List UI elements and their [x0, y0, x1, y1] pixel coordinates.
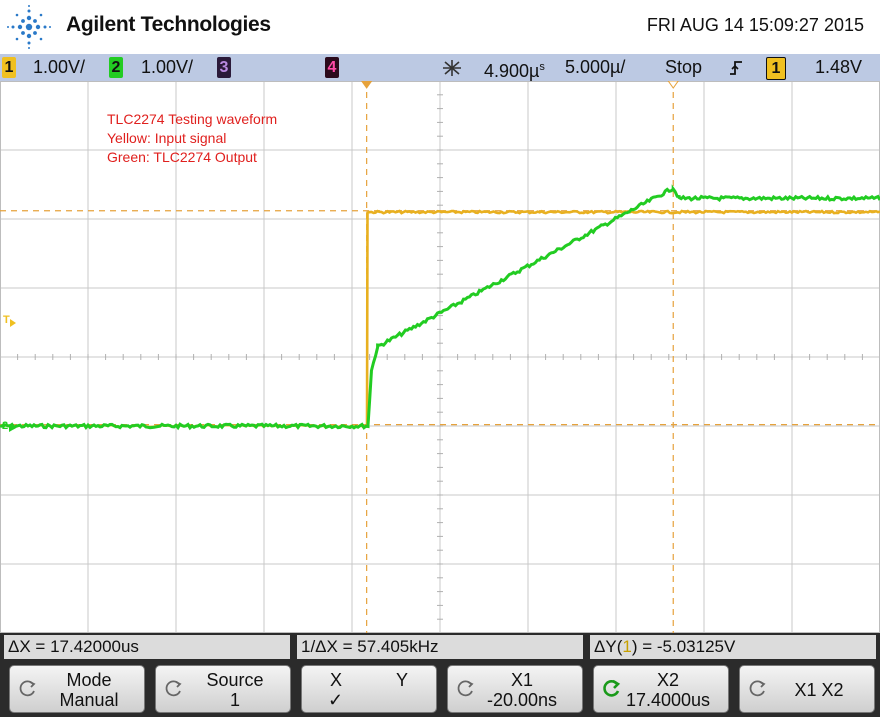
x1-x2-label: X1 X2 [794, 680, 844, 700]
ch2-ground-marker[interactable]: 2 [2, 420, 8, 432]
brand-name: Agilent Technologies [66, 13, 271, 36]
channel-status-bar: 1 1.00V/ 2 1.00V/ 3 4 4.900µs 5.000µ/ St… [0, 54, 880, 81]
x-selected-check: ✓ [328, 690, 344, 710]
mode-value: Manual [59, 690, 119, 710]
trigger-level-marker[interactable]: T [3, 314, 10, 326]
source-softkey[interactable]: Source 1 [155, 665, 291, 713]
date-time: FRI AUG 14 15:09:27 2015 [646, 15, 864, 35]
xy-softkey[interactable]: X Y ✓ [301, 665, 437, 713]
delta-x-readout: ΔX = 17.42000us [4, 635, 290, 659]
delta-y-suffix: ) = -5.03125V [631, 637, 736, 656]
annotation-line-3: Green: TLC2274 Output [107, 149, 257, 165]
annotation-line-2: Yellow: Input signal [107, 130, 226, 146]
inv-delta-x-readout: 1/ΔX = 57.405kHz [297, 635, 583, 659]
header: Agilent Technologies FRI AUG 14 15:09:27… [0, 0, 880, 54]
ch1-scale[interactable]: 1.00V/ [33, 57, 85, 78]
ch3-indicator[interactable]: 3 [217, 57, 231, 78]
x2-label: X2 [656, 670, 680, 690]
y-label: Y [396, 670, 409, 690]
x2-softkey[interactable]: X2 17.4000us [593, 665, 729, 713]
annotation-line-1: TLC2274 Testing waveform [107, 111, 277, 127]
x1-softkey[interactable]: X1 -20.00ns [447, 665, 583, 713]
ch2-indicator[interactable]: 2 [109, 57, 123, 78]
source-label: Source [206, 670, 264, 690]
x1-value: -20.00ns [486, 690, 558, 710]
rising-edge-icon [730, 61, 742, 75]
x2-value: 17.4000us [625, 690, 711, 710]
softkey-bar: Mode Manual Source 1 X Y ✓ X1 -20.00ns X… [0, 661, 880, 717]
trigger-source-indicator[interactable]: 1 [766, 57, 786, 80]
agilent-spark-logo-icon [7, 5, 51, 49]
mode-label: Mode [66, 670, 112, 690]
x1-label: X1 [510, 670, 534, 690]
delta-y-channel: 1 [622, 637, 632, 656]
waveform-display[interactable]: TLC2274 Testing waveform Yellow: Input s… [0, 81, 880, 633]
cursor-readouts: ΔX = 17.42000us 1/ΔX = 57.405kHz ΔY(1) =… [0, 633, 880, 661]
source-value: 1 [229, 690, 240, 710]
delta-y-readout: ΔY(1) = -5.03125V [590, 635, 876, 659]
trigger-level[interactable]: 1.48V [815, 57, 862, 78]
time-reference-icon [443, 60, 461, 76]
delta-y-prefix: ΔY( [594, 637, 623, 656]
ch4-indicator[interactable]: 4 [325, 57, 339, 78]
ch2-scale[interactable]: 1.00V/ [141, 57, 193, 78]
time-scale[interactable]: 5.000µ/ [565, 57, 625, 78]
time-delay-unit: s [539, 61, 545, 73]
ch1-indicator[interactable]: 1 [2, 57, 16, 78]
time-delay[interactable]: 4.900µs [484, 57, 545, 81]
x1-x2-softkey[interactable]: X1 X2 [739, 665, 875, 713]
time-delay-value: 4.900µ [484, 61, 540, 81]
run-state[interactable]: Stop [665, 57, 702, 78]
x-label: X [330, 670, 343, 690]
mode-softkey[interactable]: Mode Manual [9, 665, 145, 713]
